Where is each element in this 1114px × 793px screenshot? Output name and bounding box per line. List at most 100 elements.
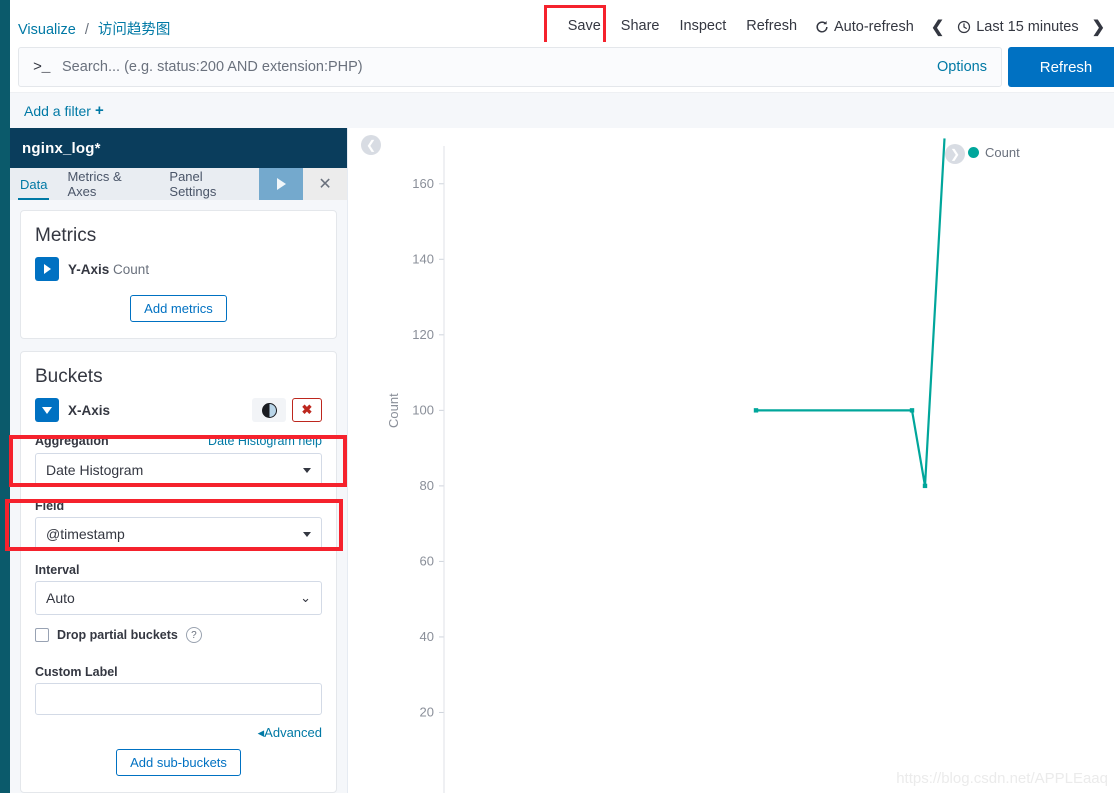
metrics-actions: Add metrics xyxy=(35,295,322,322)
search-input[interactable]: >_ Search... (e.g. status:200 AND extens… xyxy=(18,47,1002,87)
clock-icon xyxy=(958,20,971,33)
breadcrumb: Visualize / 访问趋势图 xyxy=(18,18,170,39)
buckets-title: Buckets xyxy=(35,366,103,387)
bucket-axis-label: X-Axis xyxy=(68,403,110,418)
drop-partial-buckets-label: Drop partial buckets xyxy=(57,628,178,642)
query-bar: >_ Search... (e.g. status:200 AND extens… xyxy=(10,42,1114,92)
bucket-x-axis-header: X-Axis ✖ xyxy=(35,398,322,422)
y-axis-title: Count xyxy=(386,393,401,428)
advanced-row: ◂Advanced xyxy=(35,725,322,741)
count-series-points xyxy=(753,408,928,489)
interval-label: Interval xyxy=(35,563,80,577)
tab-metrics-and-axes[interactable]: Metrics & Axes xyxy=(57,168,159,200)
refresh-cycle-icon xyxy=(816,20,828,33)
tab-data[interactable]: Data xyxy=(10,168,57,200)
chart-legend[interactable]: Count xyxy=(968,145,1020,160)
legend-label: Count xyxy=(985,145,1020,160)
aggregation-value: Date Histogram xyxy=(46,462,144,478)
data-point-marker[interactable] xyxy=(753,408,759,413)
add-filter-button[interactable]: Add a filter + xyxy=(24,102,104,119)
bucket-collapse-button[interactable] xyxy=(35,398,59,422)
watermark-text: https://blog.csdn.net/APPLEaaq xyxy=(896,770,1108,787)
inspect-button[interactable]: Inspect xyxy=(669,14,736,39)
time-range-picker[interactable]: Last 15 minutes xyxy=(953,15,1082,39)
data-point-marker[interactable] xyxy=(909,408,915,413)
y-tick-label: 160 xyxy=(412,176,434,191)
kibana-visualize-app: Visualize / 访问趋势图 Save Share Inspect Ref… xyxy=(0,0,1114,793)
apply-changes-button[interactable] xyxy=(259,168,304,200)
field-label: Field xyxy=(35,499,65,513)
collapse-sidebar-button[interactable]: ❮ xyxy=(361,135,381,155)
add-filter-label: Add a filter xyxy=(24,102,91,119)
query-refresh-button[interactable]: Refresh xyxy=(1008,47,1114,87)
left-nav-rail xyxy=(0,0,10,793)
buckets-card: Buckets X-Axis ✖ Aggregation Date Histog… xyxy=(5,351,347,793)
top-actions: Save Share Inspect Refresh Auto-refresh … xyxy=(558,14,1114,39)
metric-axis-name: Y-Axis xyxy=(68,261,110,277)
buckets-actions: Add sub-buckets xyxy=(35,749,322,776)
metric-expand-button[interactable] xyxy=(35,257,59,281)
metric-axis-value: Count xyxy=(113,261,150,277)
count-series-line[interactable] xyxy=(756,138,946,487)
play-icon xyxy=(276,178,286,190)
top-bar: Visualize / 访问趋势图 Save Share Inspect Ref… xyxy=(10,0,1114,50)
index-pattern-name: nginx_log* xyxy=(22,139,101,157)
chevron-down-icon xyxy=(303,467,311,473)
sidebar-tabs: Data Metrics & Axes Panel Settings ✕ xyxy=(10,168,347,200)
y-axis-ticks: 20 40 60 80 100 120 140 160 xyxy=(412,176,444,719)
aggregation-select[interactable]: Date Histogram xyxy=(35,453,322,487)
add-metrics-button[interactable]: Add metrics xyxy=(130,295,227,322)
caret-down-icon xyxy=(42,406,52,414)
options-link[interactable]: Options xyxy=(937,59,987,75)
tab-panel-settings[interactable]: Panel Settings xyxy=(159,168,259,200)
collapse-legend-button[interactable]: ❯ xyxy=(945,144,965,164)
sidebar-body: Metrics Y-Axis Count Add metrics Buckets xyxy=(5,200,347,793)
bucket-x-axis-left: X-Axis xyxy=(35,398,110,422)
y-tick-label: 60 xyxy=(420,553,434,568)
field-select[interactable]: @timestamp xyxy=(35,517,322,551)
y-tick-label: 40 xyxy=(420,629,434,644)
bucket-x-axis-actions: ✖ xyxy=(252,398,322,422)
time-range-label: Last 15 minutes xyxy=(976,18,1079,35)
y-tick-label: 100 xyxy=(412,402,434,417)
save-button[interactable]: Save xyxy=(558,14,611,39)
date-histogram-help-link[interactable]: Date Histogram help xyxy=(208,434,322,448)
breadcrumb-separator: / xyxy=(84,22,89,38)
breadcrumb-current[interactable]: 访问趋势图 xyxy=(98,22,171,38)
chevron-down-icon-interval: ⌄ xyxy=(300,590,311,605)
aggregation-label: Aggregation xyxy=(35,434,109,448)
metrics-card: Metrics Y-Axis Count Add metrics xyxy=(20,210,337,339)
y-tick-label: 120 xyxy=(412,327,434,342)
bucket-delete-button[interactable]: ✖ xyxy=(292,398,322,422)
custom-label-input[interactable] xyxy=(35,683,322,715)
drop-partial-buckets-checkbox[interactable] xyxy=(35,628,49,642)
auto-refresh-button[interactable]: Auto-refresh xyxy=(807,15,922,39)
advanced-toggle-link[interactable]: ◂Advanced xyxy=(258,725,322,741)
auto-refresh-label: Auto-refresh xyxy=(834,18,914,35)
bucket-axis-name: X-Axis xyxy=(68,402,111,418)
breadcrumb-visualize[interactable]: Visualize xyxy=(18,22,76,38)
metrics-title: Metrics xyxy=(35,225,97,246)
drop-partial-buckets-row: Drop partial buckets ? xyxy=(35,627,322,643)
interval-select[interactable]: Auto ⌄ xyxy=(35,581,322,615)
share-button[interactable]: Share xyxy=(611,14,670,39)
help-icon[interactable]: ? xyxy=(185,627,202,643)
plus-icon: + xyxy=(94,102,104,119)
data-point-marker[interactable] xyxy=(922,483,928,489)
y-tick-label: 80 xyxy=(420,478,434,493)
close-editor-button[interactable]: ✕ xyxy=(303,168,347,200)
line-chart-svg: 20 40 60 80 100 120 140 160 xyxy=(412,138,946,793)
chevron-down-icon-field xyxy=(303,531,311,537)
metric-y-axis-row[interactable]: Y-Axis Count xyxy=(35,257,322,281)
time-prev-button[interactable]: ❮ xyxy=(922,15,953,39)
index-pattern-header: nginx_log* xyxy=(10,128,347,168)
time-next-button[interactable]: ❯ xyxy=(1083,15,1114,39)
add-sub-buckets-button[interactable]: Add sub-buckets xyxy=(116,749,241,776)
refresh-button[interactable]: Refresh xyxy=(736,14,807,39)
close-icon: ✕ xyxy=(318,176,332,193)
advanced-label: Advanced xyxy=(264,725,322,740)
caret-right-icon xyxy=(43,264,51,274)
custom-label-label: Custom Label xyxy=(35,665,118,679)
bucket-toggle-button[interactable] xyxy=(252,398,286,422)
visualization-editor-sidebar: nginx_log* Data Metrics & Axes Panel Set… xyxy=(5,128,348,793)
